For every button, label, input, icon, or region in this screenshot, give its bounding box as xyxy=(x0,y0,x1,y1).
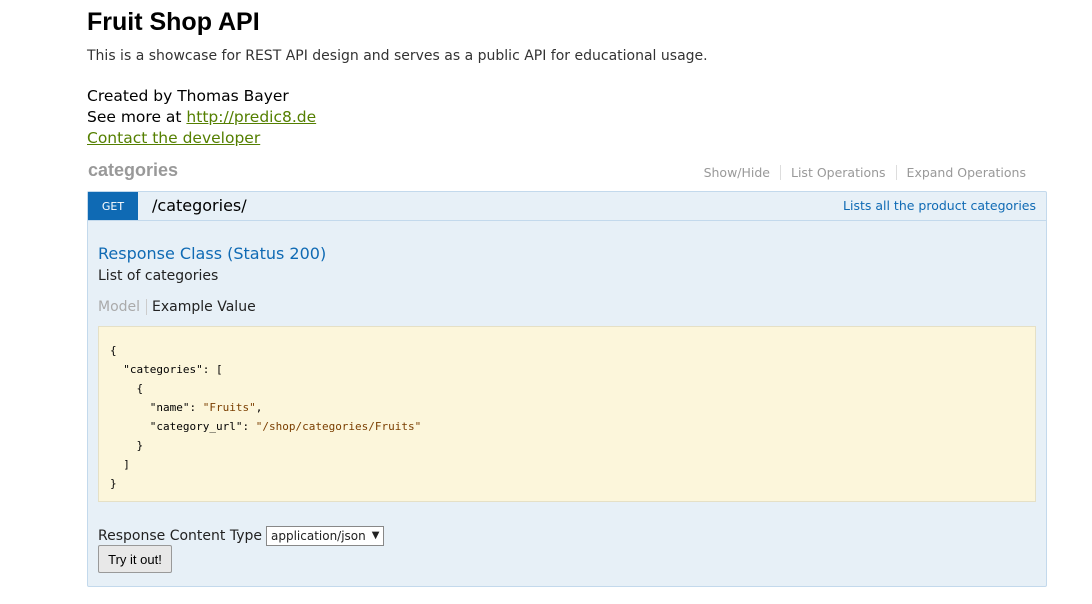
predic8-link[interactable]: http://predic8.de xyxy=(186,108,316,126)
content-type-value: application/json xyxy=(270,529,366,543)
operation-header[interactable]: GET /categories/ Lists all the product c… xyxy=(88,192,1046,221)
http-method-badge[interactable]: GET xyxy=(88,192,138,220)
created-by: Created by Thomas Bayer xyxy=(87,87,289,105)
tab-model[interactable]: Model xyxy=(98,299,148,315)
operation-summary[interactable]: Lists all the product categories xyxy=(843,198,1036,213)
api-description: This is a showcase for REST API design a… xyxy=(87,48,708,64)
triangle-down-icon: ▼ xyxy=(371,530,380,541)
response-class-description: List of categories xyxy=(98,268,219,284)
operation-get-categories: GET /categories/ Lists all the product c… xyxy=(87,191,1047,587)
operation-path[interactable]: /categories/ xyxy=(152,196,247,215)
resource-heading-categories[interactable]: categories xyxy=(88,160,178,181)
resource-options: Show/Hide List Operations Expand Operati… xyxy=(694,165,1036,180)
example-value-snippet[interactable]: { "categories": [ { "name": "Fruits", "c… xyxy=(98,326,1036,502)
content-type-select[interactable]: application/json ▼ xyxy=(265,526,385,546)
expand-operations-link[interactable]: Expand Operations xyxy=(895,165,1036,180)
api-info: Created by Thomas Bayer See more at http… xyxy=(87,86,316,149)
content-type-label: Response Content Type xyxy=(98,528,262,544)
contact-developer-link[interactable]: Contact the developer xyxy=(87,129,260,147)
try-it-out-button[interactable]: Try it out! xyxy=(98,545,172,573)
example-json: { "categories": [ { "name": "Fruits", "c… xyxy=(110,344,422,490)
see-more-prefix: See more at xyxy=(87,108,187,126)
tab-example-value[interactable]: Example Value xyxy=(147,299,256,315)
show-hide-link[interactable]: Show/Hide xyxy=(694,165,780,180)
api-title: Fruit Shop API xyxy=(87,8,260,36)
response-class-title: Response Class (Status 200) xyxy=(98,244,327,263)
list-operations-link[interactable]: List Operations xyxy=(780,165,896,180)
response-content-type: Response Content Type application/json ▼ xyxy=(98,526,385,546)
see-more: See more at http://predic8.de xyxy=(87,107,316,128)
signature-tabs: Model Example Value xyxy=(98,299,256,315)
